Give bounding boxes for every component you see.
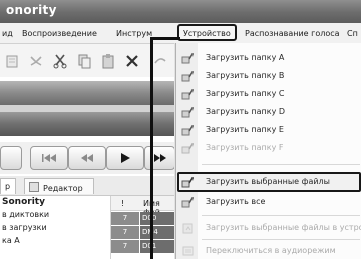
menu-item-upload-folder-e[interactable]: Загрузить папку E bbox=[176, 121, 361, 139]
audio-mode-icon bbox=[182, 246, 194, 256]
fast-forward-icon bbox=[153, 154, 166, 162]
play-button[interactable] bbox=[106, 146, 144, 170]
menu-item-upload-selected-files[interactable]: Загрузить выбранные файлы bbox=[176, 173, 361, 191]
menu-item-label: Загрузить папку E bbox=[206, 125, 284, 134]
upload-folder-icon bbox=[181, 53, 194, 64]
copy-icon[interactable] bbox=[76, 53, 92, 69]
doc-icon[interactable] bbox=[4, 53, 20, 69]
menu-item-label: Загрузить все bbox=[206, 197, 266, 206]
menu-item-label: Загрузить выбранные файлы в устро bbox=[206, 223, 361, 232]
menu-separator bbox=[202, 239, 360, 240]
paste-icon[interactable] bbox=[100, 53, 116, 69]
merge-icon[interactable] bbox=[28, 53, 44, 69]
menu-bar: ид Воспроизведение Инструм Устройство Ра… bbox=[0, 23, 361, 44]
rewind-start-button[interactable] bbox=[30, 146, 68, 170]
tab-editor-label: Редактор bbox=[43, 184, 83, 193]
menu-item-label: Загрузить папку B bbox=[206, 71, 285, 80]
tab-files-label: р bbox=[5, 182, 11, 191]
file-list-header: ! Имя фай bbox=[111, 196, 177, 217]
waveform-bar bbox=[0, 81, 175, 105]
menu-item-upload-all[interactable]: Загрузить все bbox=[176, 193, 361, 211]
tree-item-dictations[interactable]: в диктовки bbox=[2, 210, 49, 219]
upload-folder-icon bbox=[181, 71, 194, 82]
redo-icon[interactable] bbox=[152, 53, 168, 69]
tab-strip: р Редактор bbox=[0, 176, 175, 196]
window-title: onority bbox=[6, 3, 57, 17]
editor-icon bbox=[29, 182, 39, 192]
menu-help[interactable]: Сп bbox=[347, 29, 358, 38]
device-dropdown-menu: Загрузить папку A Загрузить папку B Загр… bbox=[175, 43, 361, 259]
menu-separator bbox=[202, 215, 360, 216]
menu-item-upload-folder-a[interactable]: Загрузить папку A bbox=[176, 49, 361, 67]
menu-item-upload-folder-d[interactable]: Загрузить папку D bbox=[176, 103, 361, 121]
menu-item-switch-audio-mode[interactable]: Переключиться в аудиорежим bbox=[176, 242, 361, 260]
eject-button[interactable] bbox=[0, 146, 22, 170]
menu-item-upload-folder-f[interactable]: Загрузить папку F bbox=[176, 139, 361, 157]
tab-files[interactable]: р bbox=[0, 178, 16, 194]
folder-tree: Sonority в диктовки в загрузки ка А bbox=[0, 196, 110, 259]
row-filename: D00 bbox=[140, 212, 177, 225]
title-bar: onority bbox=[0, 0, 361, 23]
column-flag[interactable]: ! bbox=[121, 199, 124, 208]
table-row[interactable]: 7 D01 bbox=[111, 240, 177, 253]
cut-icon[interactable] bbox=[52, 53, 68, 69]
upload-folder-icon bbox=[181, 143, 194, 154]
row-filename: D01 bbox=[140, 240, 177, 253]
file-list: ! Имя фай 7 D00 7 DM4 7 D01 bbox=[110, 196, 177, 259]
tab-editor[interactable]: Редактор bbox=[24, 178, 94, 194]
menu-separator bbox=[202, 164, 360, 165]
toolbar bbox=[0, 44, 175, 77]
menu-item-label: Загрузить папку F bbox=[206, 143, 284, 152]
tree-root[interactable]: Sonority bbox=[2, 197, 45, 207]
menu-device[interactable]: Устройство bbox=[183, 29, 231, 38]
upload-folder-icon bbox=[181, 107, 194, 118]
timeline-bar bbox=[0, 112, 175, 136]
row-number: 7 bbox=[111, 240, 139, 253]
rewind-button[interactable] bbox=[68, 146, 106, 170]
menu-item-label: Загрузить папку C bbox=[206, 89, 285, 98]
table-row[interactable]: 7 DM4 bbox=[111, 226, 177, 239]
upload-files-icon bbox=[181, 177, 194, 188]
row-number: 7 bbox=[111, 226, 139, 239]
upload-all-icon bbox=[181, 197, 194, 208]
rewind-icon bbox=[81, 154, 93, 162]
delete-icon[interactable] bbox=[124, 53, 140, 69]
play-icon bbox=[121, 153, 130, 163]
menu-item-upload-folder-c[interactable]: Загрузить папку C bbox=[176, 85, 361, 103]
menu-view[interactable]: ид bbox=[2, 29, 13, 38]
upload-folder-icon bbox=[181, 125, 194, 136]
skip-back-icon bbox=[42, 154, 56, 162]
tree-item-downloads[interactable]: в загрузки bbox=[2, 223, 47, 232]
menu-item-upload-folder-b[interactable]: Загрузить папку B bbox=[176, 67, 361, 85]
row-number: 7 bbox=[111, 212, 139, 225]
upload-to-device-icon bbox=[182, 223, 193, 234]
fast-forward-button[interactable] bbox=[144, 146, 175, 170]
menu-item-label: Загрузить выбранные файлы bbox=[206, 177, 330, 186]
transport-controls bbox=[0, 142, 175, 174]
callout-line-vertical bbox=[150, 38, 153, 259]
menu-item-label: Загрузить папку A bbox=[206, 53, 285, 62]
position-slider-track[interactable] bbox=[0, 105, 175, 112]
menu-tools[interactable]: Инструм bbox=[116, 29, 152, 38]
menu-item-label: Загрузить папку D bbox=[206, 107, 286, 116]
menu-voice-recognition[interactable]: Распознавание голоса bbox=[245, 29, 340, 38]
tree-item-folder-a[interactable]: ка А bbox=[2, 236, 20, 245]
upload-folder-icon bbox=[181, 89, 194, 100]
menu-item-upload-selected-to-device[interactable]: Загрузить выбранные файлы в устро bbox=[176, 219, 361, 237]
menu-playback[interactable]: Воспроизведение bbox=[22, 29, 97, 38]
menu-item-label: Переключиться в аудиорежим bbox=[206, 246, 336, 255]
row-filename: DM4 bbox=[140, 226, 177, 239]
callout-line-horizontal bbox=[150, 37, 180, 40]
table-row[interactable]: 7 D00 bbox=[111, 212, 177, 225]
